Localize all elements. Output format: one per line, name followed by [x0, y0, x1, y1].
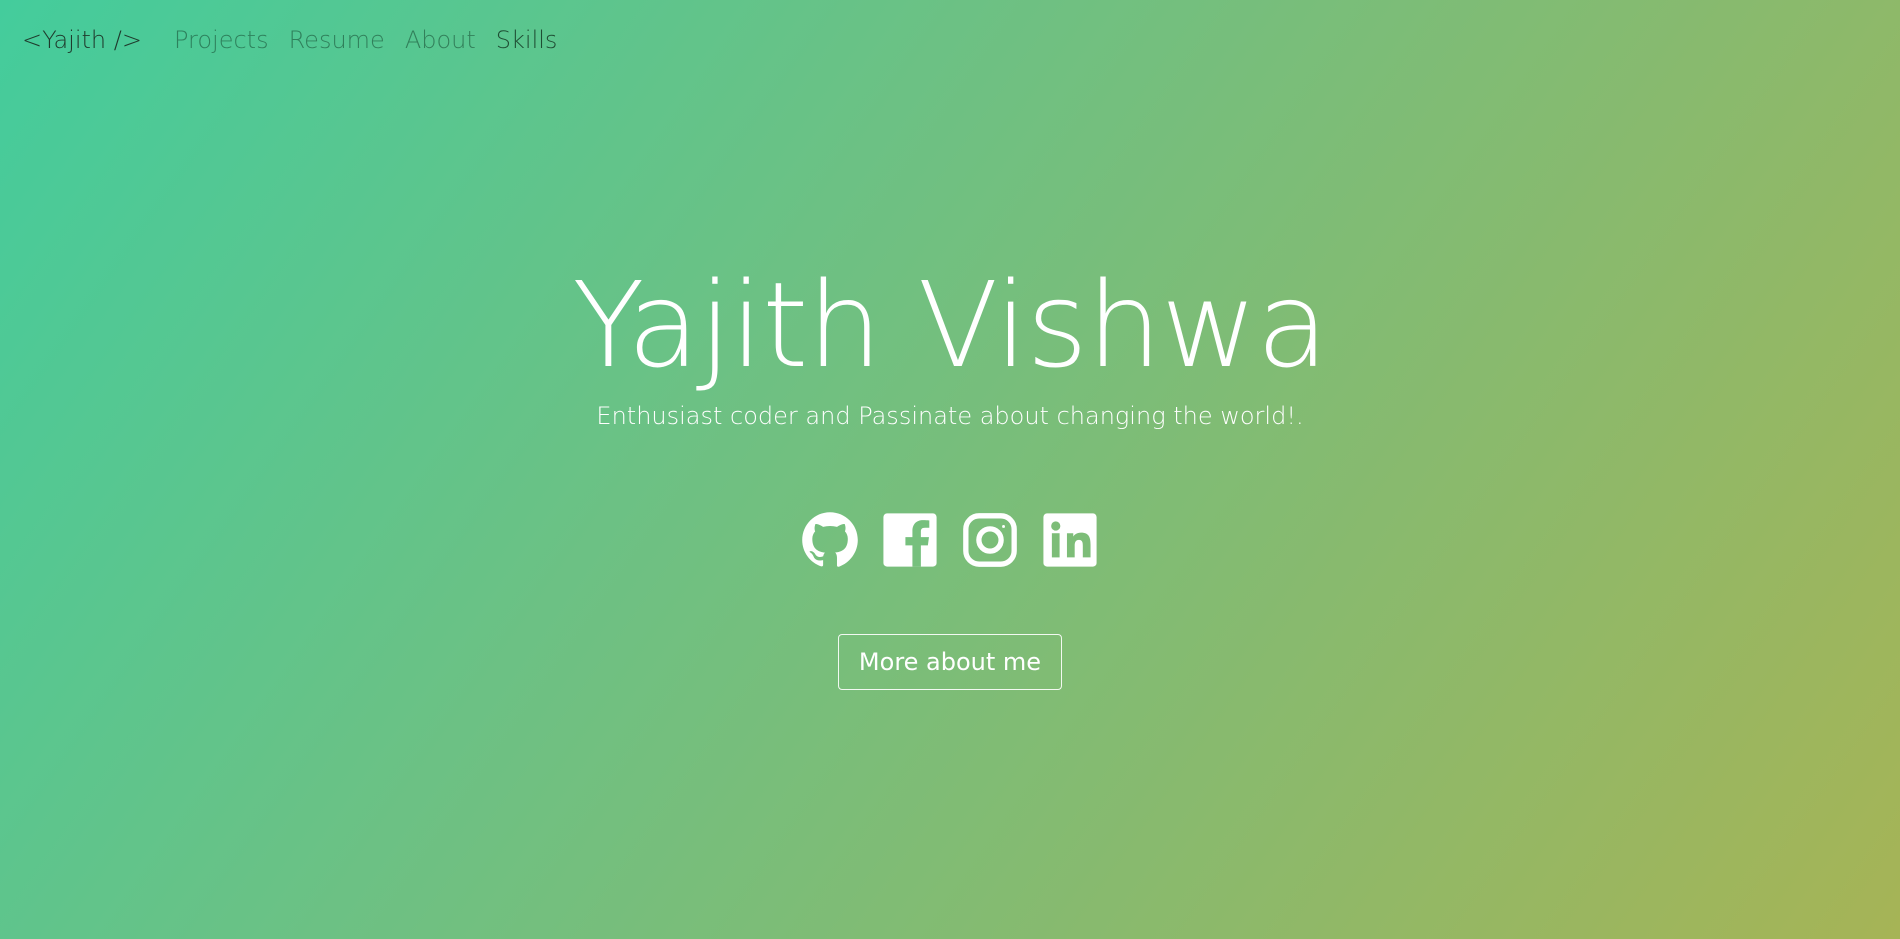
github-link[interactable]	[801, 511, 859, 569]
top-navbar: <Yajith /> Projects Resume About Skills	[22, 22, 557, 58]
facebook-link[interactable]	[881, 511, 939, 569]
social-links	[0, 510, 1900, 570]
brand-logo[interactable]: <Yajith />	[22, 26, 142, 54]
instagram-icon	[961, 511, 1019, 569]
nav-links: Projects Resume About Skills	[174, 26, 557, 54]
nav-link-skills[interactable]: Skills	[496, 26, 558, 54]
hero-section: Yajith Vishwa Enthusiast coder and Passi…	[0, 240, 1900, 690]
hero-name: Yajith Vishwa	[572, 256, 1328, 394]
instagram-link[interactable]	[961, 511, 1019, 569]
facebook-icon	[881, 511, 939, 569]
linkedin-icon	[1041, 511, 1099, 569]
nav-link-resume[interactable]: Resume	[289, 26, 385, 54]
github-icon	[801, 511, 859, 569]
linkedin-link[interactable]	[1041, 511, 1099, 569]
nav-link-projects[interactable]: Projects	[174, 26, 269, 54]
page: <Yajith /> Projects Resume About Skills …	[0, 0, 1900, 939]
hero-tagline: Enthusiast coder and Passinate about cha…	[596, 402, 1304, 430]
more-about-me-button[interactable]: More about me	[837, 634, 1063, 690]
nav-link-about[interactable]: About	[405, 26, 476, 54]
